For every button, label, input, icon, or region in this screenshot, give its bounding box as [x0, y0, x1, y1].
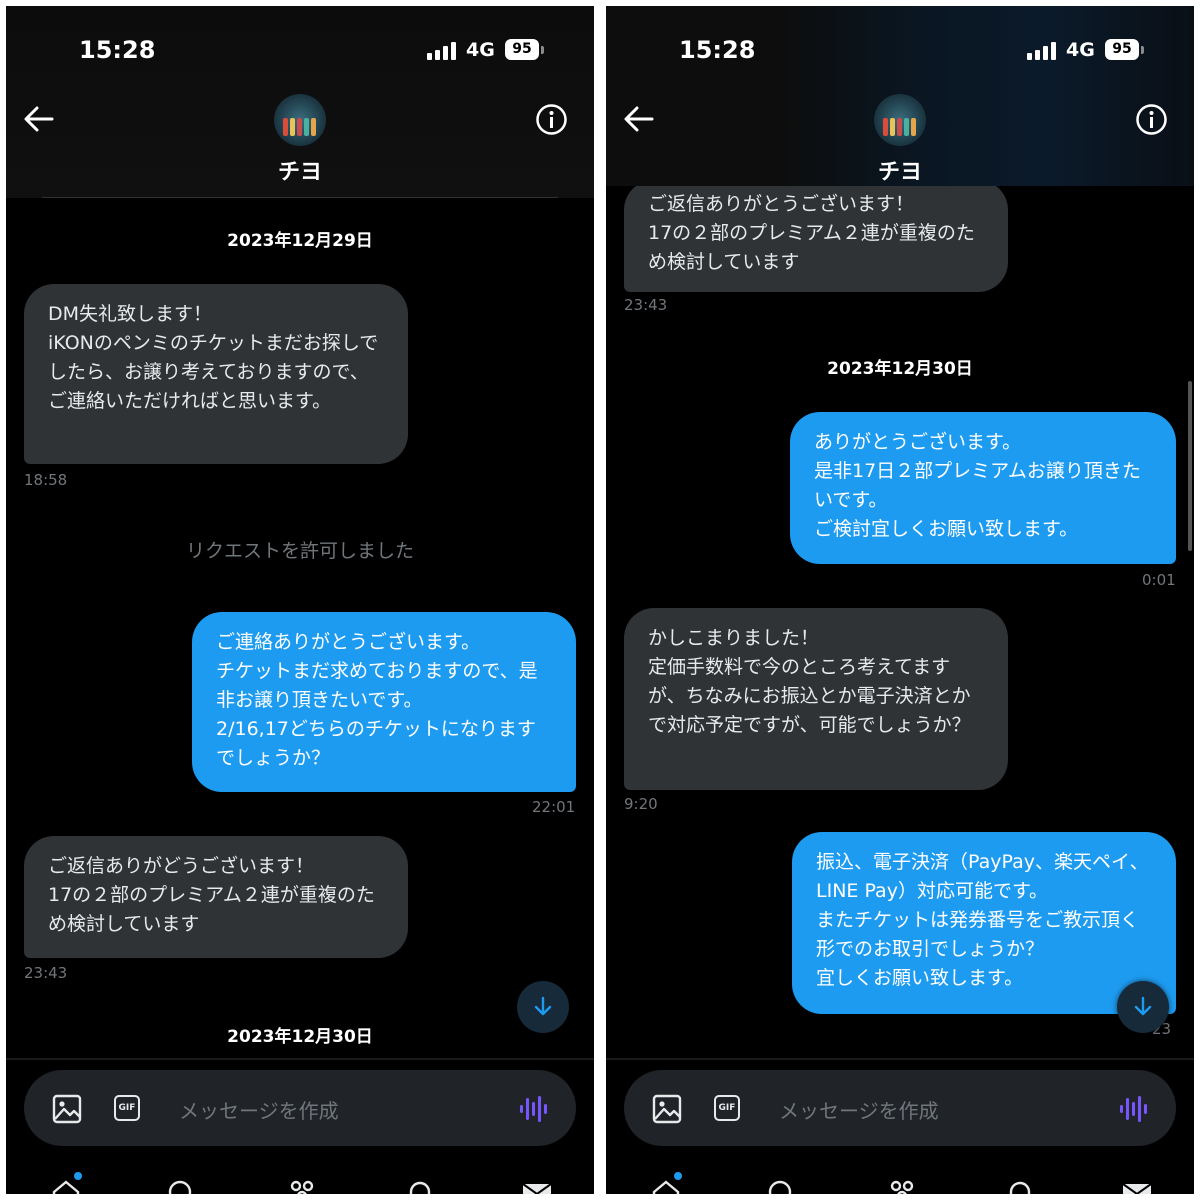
arrow-down-icon — [534, 996, 552, 1016]
system-message: リクエストを許可しました — [185, 540, 414, 562]
home-icon[interactable] — [50, 1178, 82, 1194]
date-separator: 2023年12月30日 — [827, 359, 973, 379]
message-outgoing[interactable]: ご連絡ありがとうございます。 チケットまだ求めておりますので、是非お譲り頂きたい… — [192, 612, 576, 792]
back-button[interactable] — [22, 104, 56, 134]
battery-icon: 95 — [505, 39, 539, 60]
info-button[interactable] — [1135, 103, 1168, 136]
tab-bar — [606, 1166, 1194, 1194]
communities-icon[interactable] — [886, 1178, 918, 1194]
network-label: 4G — [466, 39, 495, 61]
message-time: 23:43 — [624, 296, 668, 314]
header-divider — [42, 197, 558, 198]
message-composer[interactable]: GIF メッセージを作成 — [624, 1070, 1176, 1146]
tab-bar — [6, 1166, 594, 1194]
gif-button[interactable]: GIF — [714, 1095, 740, 1121]
notification-dot — [674, 1172, 682, 1180]
message-incoming[interactable]: ご返信ありがどうございます！ 17の２部のプレミアム２連が重複のため検討していま… — [24, 836, 408, 958]
home-icon[interactable] — [650, 1178, 682, 1194]
message-time: 18:58 — [24, 471, 68, 489]
arrow-down-icon — [1134, 996, 1152, 1016]
message-outgoing[interactable]: ありがとうございます。 是非17日２部プレミアムお譲り頂きたいです。 ご検討宜し… — [790, 412, 1176, 564]
scroll-down-button[interactable] — [1117, 981, 1169, 1033]
date-separator: 2023年12月30日 — [227, 1027, 373, 1047]
info-icon — [536, 104, 567, 135]
messages-icon[interactable] — [1121, 1178, 1153, 1194]
battery-icon: 95 — [1105, 39, 1139, 60]
conversation-name[interactable]: チヨ — [6, 154, 594, 186]
image-icon[interactable] — [52, 1094, 82, 1124]
message-time: 23:43 — [24, 964, 68, 982]
status-time: 15:28 — [79, 36, 156, 64]
notification-dot — [74, 1172, 82, 1180]
message-incoming[interactable]: ご返信ありがとうございます！ 17の２部のプレミアム２連が重複のため検討していま… — [624, 180, 1008, 292]
conversation-name[interactable]: チヨ — [606, 154, 1194, 186]
battery-tip — [1141, 46, 1144, 54]
right-screenshot: ご返信ありがとうございます！ 17の２部のプレミアム２連が重複のため検討していま… — [606, 6, 1194, 1194]
image-icon[interactable] — [652, 1094, 682, 1124]
gif-button[interactable]: GIF — [114, 1095, 140, 1121]
message-composer[interactable]: GIF メッセージを作成 — [24, 1070, 576, 1146]
composer-placeholder[interactable]: メッセージを作成 — [179, 1095, 339, 1124]
info-icon — [1136, 104, 1167, 135]
signal-icon — [1027, 42, 1059, 60]
composer-placeholder[interactable]: メッセージを作成 — [779, 1095, 939, 1124]
message-time: 22:01 — [532, 798, 576, 816]
signal-icon — [427, 42, 459, 60]
voice-wave-icon[interactable] — [1119, 1094, 1149, 1124]
message-outgoing[interactable]: 振込、電子決済（PayPay、楽天ペイ、LINE Pay）対応可能です。 またチ… — [792, 832, 1176, 1014]
voice-wave-icon[interactable] — [519, 1094, 549, 1124]
notifications-icon[interactable] — [1004, 1178, 1036, 1194]
arrow-left-icon — [624, 106, 654, 132]
scrollbar[interactable] — [1188, 381, 1192, 551]
search-icon[interactable] — [166, 1178, 198, 1194]
avatar[interactable] — [874, 94, 926, 146]
avatar[interactable] — [274, 94, 326, 146]
battery-tip — [541, 46, 544, 54]
left-screenshot: 15:28 4G 95 チヨ 2023年12月29日 DM失礼致します！ iKO… — [6, 6, 594, 1194]
message-time: 9:20 — [624, 795, 658, 813]
message-incoming[interactable]: かしこまりました！ 定価手数料で今のところ考えてますが、ちなみにお振込とか電子決… — [624, 608, 1008, 790]
back-button[interactable] — [622, 104, 656, 134]
composer-divider — [606, 1058, 1194, 1060]
composer-divider — [6, 1058, 594, 1060]
status-time: 15:28 — [679, 36, 756, 64]
search-icon[interactable] — [766, 1178, 798, 1194]
info-button[interactable] — [535, 103, 568, 136]
message-incoming[interactable]: DM失礼致します！ iKONのペンミのチケットまだお探しでしたら、お譲り考えてお… — [24, 284, 408, 464]
date-separator: 2023年12月29日 — [227, 231, 373, 251]
communities-icon[interactable] — [286, 1178, 318, 1194]
network-label: 4G — [1066, 39, 1095, 61]
arrow-left-icon — [24, 106, 54, 132]
messages-icon[interactable] — [521, 1178, 553, 1194]
notifications-icon[interactable] — [404, 1178, 436, 1194]
message-time: 0:01 — [1142, 571, 1176, 589]
